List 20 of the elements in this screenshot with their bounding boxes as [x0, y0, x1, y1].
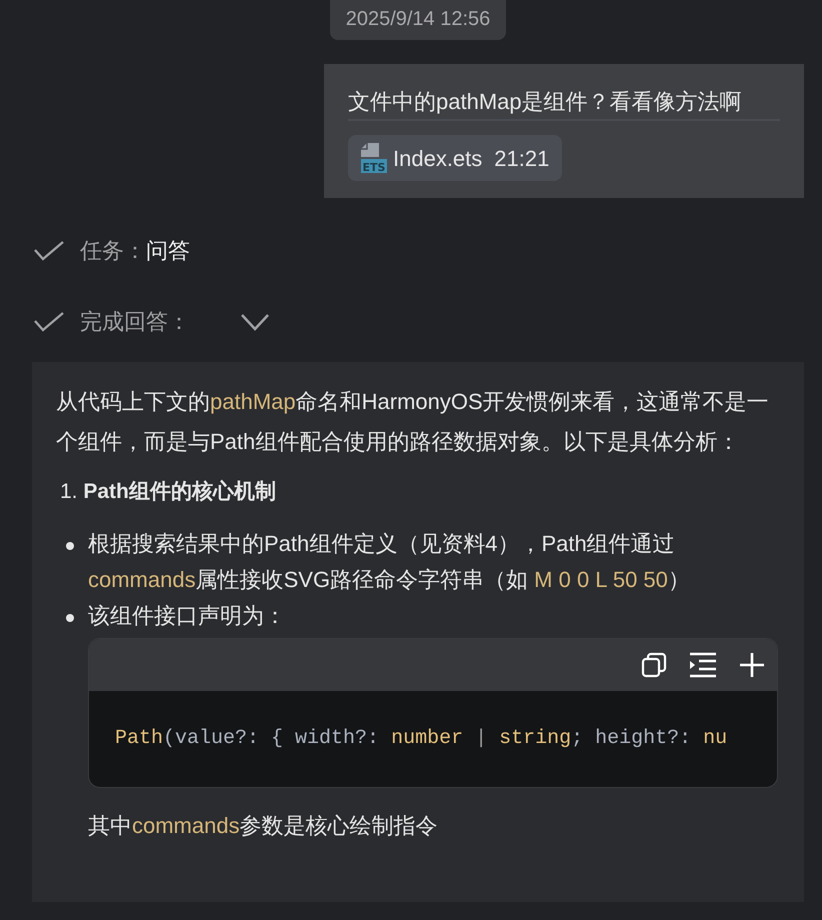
- answer-paragraph: 从代码上下文的pathMap命名和HarmonyOS开发惯例来看，这通常不是一个组件，而是与Path组件配合使用的路径数据对象。以下是具体分析：: [56, 388, 770, 456]
- list-indent-icon[interactable]: [689, 652, 717, 678]
- message-text: 文件中的pathMap是组件？看看像方法啊: [348, 86, 780, 121]
- check-icon: [34, 312, 64, 332]
- step-label: 任务：: [80, 237, 146, 265]
- answer-paragraph: 其中commands参数是核心绘制指令: [88, 812, 439, 840]
- section-heading: 1. Path组件的核心机制: [60, 478, 277, 505]
- file-attachment[interactable]: ETS Index.ets 21:21: [348, 135, 562, 181]
- chevron-icon[interactable]: [240, 312, 270, 330]
- timestamp: 2025/9/14 12:56: [330, 0, 506, 40]
- code-line: Path(value?: { width?: number | string; height?: nu: [115, 726, 728, 752]
- step-value: 问答: [146, 237, 190, 265]
- step-label: 完成回答：: [80, 308, 190, 336]
- bullet-icon: [66, 614, 74, 622]
- bullet-icon: [66, 542, 74, 550]
- check-icon: [34, 240, 64, 260]
- bullet-text: 该组件接口声明为：: [88, 602, 286, 630]
- copy-icon[interactable]: [641, 652, 667, 678]
- plus-icon[interactable]: [739, 652, 765, 678]
- bullet-text: 根据搜索结果中的Path组件定义（见资料4），Path组件通过 commands属性接收SVG路径命令字符串（如 M 0 0 L 50 50）: [88, 530, 691, 594]
